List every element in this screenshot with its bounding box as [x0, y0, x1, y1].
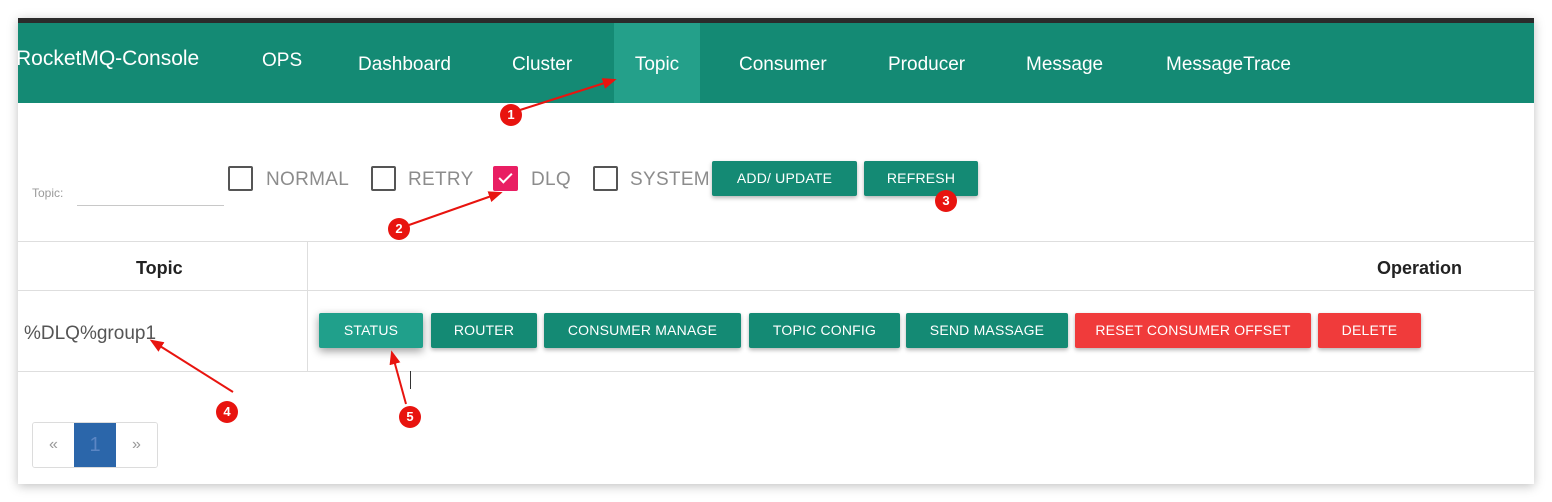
topic-filter-label: Topic: — [32, 186, 64, 200]
topic-config-button[interactable]: TOPIC CONFIG — [749, 313, 900, 348]
pagination-page-1[interactable]: 1 — [74, 423, 116, 467]
checkmark-icon — [498, 169, 513, 184]
pagination-next-button[interactable]: » — [116, 423, 157, 467]
pagination: « 1 » — [32, 422, 158, 468]
refresh-button[interactable]: REFRESH — [864, 161, 978, 196]
annotation-marker-5: 5 — [399, 406, 421, 428]
system-checkbox-label: SYSTEM — [630, 169, 710, 190]
status-button[interactable]: STATUS — [319, 313, 423, 348]
system-checkbox[interactable] — [593, 166, 618, 191]
annotation-marker-3: 3 — [935, 190, 957, 212]
nav-dashboard[interactable]: Dashboard — [338, 23, 471, 103]
topic-column-header: Topic — [136, 258, 183, 278]
reset-consumer-offset-button[interactable]: RESET CONSUMER OFFSET — [1075, 313, 1311, 348]
delete-button[interactable]: DELETE — [1318, 313, 1421, 348]
nav-consumer[interactable]: Consumer — [719, 23, 847, 103]
nav-cluster[interactable]: Cluster — [492, 23, 592, 103]
app-window: RocketMQ-Console OPS Dashboard Cluster T… — [18, 18, 1534, 484]
send-massage-button[interactable]: SEND MASSAGE — [906, 313, 1068, 348]
top-navbar: RocketMQ-Console OPS Dashboard Cluster T… — [18, 23, 1534, 103]
normal-checkbox-label: NORMAL — [266, 169, 350, 190]
nav-topic[interactable]: Topic — [614, 23, 700, 103]
table-bottom-border — [18, 371, 1534, 372]
dlq-checkbox-label: DLQ — [531, 169, 571, 190]
text-cursor — [410, 371, 411, 389]
topic-filter-input[interactable] — [77, 180, 224, 206]
table-header-border — [18, 290, 1534, 291]
annotation-marker-2: 2 — [388, 218, 410, 240]
consumer-manage-button[interactable]: CONSUMER MANAGE — [544, 313, 741, 348]
nav-ops[interactable]: OPS — [242, 23, 322, 103]
nav-message[interactable]: Message — [1006, 23, 1123, 103]
topic-name-cell: %DLQ%group1 — [24, 323, 157, 344]
retry-checkbox-label: RETRY — [408, 169, 474, 190]
pagination-prev-button[interactable]: « — [33, 423, 74, 467]
router-button[interactable]: ROUTER — [431, 313, 537, 348]
dlq-checkbox[interactable] — [493, 166, 518, 191]
normal-checkbox[interactable] — [228, 166, 253, 191]
retry-checkbox[interactable] — [371, 166, 396, 191]
annotation-marker-4: 4 — [216, 401, 238, 423]
table-column-divider — [307, 241, 308, 372]
annotation-marker-1: 1 — [500, 104, 522, 126]
nav-producer[interactable]: Producer — [868, 23, 985, 103]
table-top-border — [18, 241, 1534, 242]
add-update-button[interactable]: ADD/ UPDATE — [712, 161, 857, 196]
operation-column-header: Operation — [1377, 258, 1463, 278]
nav-messagetrace[interactable]: MessageTrace — [1146, 23, 1311, 103]
brand-title[interactable]: RocketMQ-Console — [18, 47, 199, 71]
